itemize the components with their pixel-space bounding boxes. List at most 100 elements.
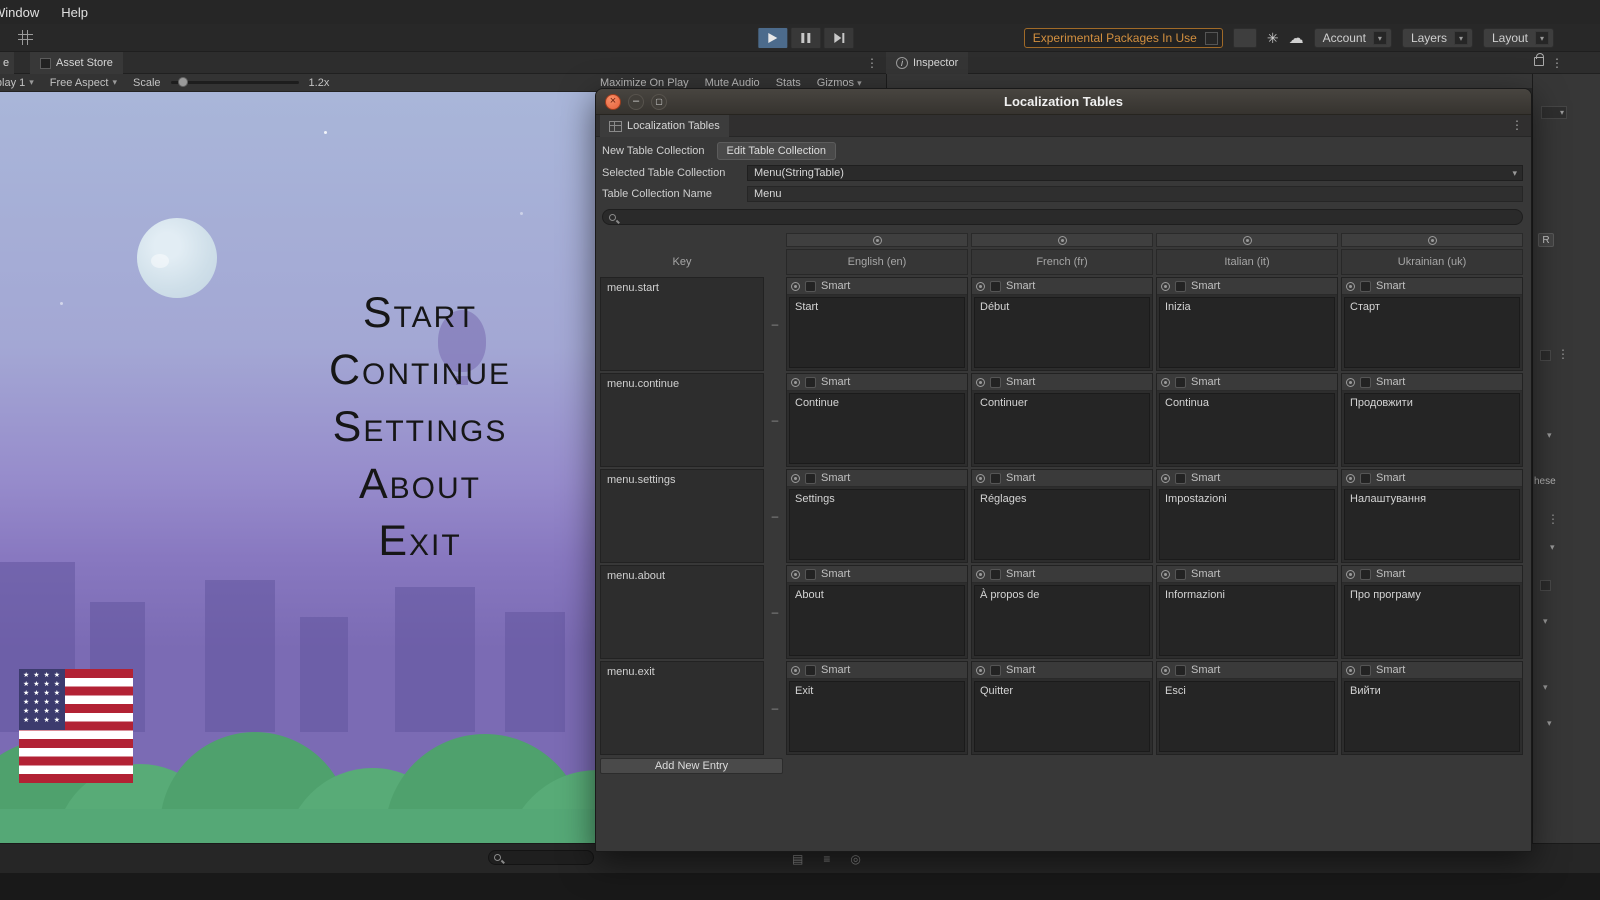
play-button[interactable] — [757, 27, 788, 49]
collab-icon[interactable]: ✳ — [1267, 30, 1279, 47]
mini-dropdown[interactable]: ▾ — [1541, 106, 1567, 119]
kebab-icon[interactable]: ⋮ — [1557, 347, 1569, 361]
window-menu-icon[interactable]: ⋮ — [1511, 118, 1523, 132]
smart-checkbox[interactable] — [805, 473, 816, 484]
smart-checkbox[interactable] — [1175, 377, 1186, 388]
translation-text[interactable]: Quitter — [974, 681, 1150, 752]
chevron-down-icon[interactable]: ▾ — [1547, 718, 1552, 729]
badge-toggle[interactable] — [1205, 32, 1218, 45]
translation-text[interactable]: Start — [789, 297, 965, 368]
smart-checkbox[interactable] — [805, 377, 816, 388]
smart-checkbox[interactable] — [990, 281, 1001, 292]
translation-text[interactable]: Continua — [1159, 393, 1335, 464]
panel-menu-icon[interactable]: ⋮ — [866, 56, 878, 70]
tab-inspector[interactable]: Inspector — [886, 52, 968, 74]
tab-fragment[interactable]: e — [0, 52, 14, 74]
scale-slider[interactable] — [171, 81, 299, 84]
smart-checkbox[interactable] — [1175, 473, 1186, 484]
chevron-down-icon[interactable]: ▾ — [1543, 682, 1548, 693]
experimental-packages-badge[interactable]: Experimental Packages In Use — [1024, 28, 1223, 48]
collection-name-field[interactable] — [747, 186, 1523, 202]
account-dropdown[interactable]: Account ▾ — [1314, 28, 1392, 48]
tab-asset-store[interactable]: Asset Store — [30, 52, 123, 74]
translation-text[interactable]: Continue — [789, 393, 965, 464]
translation-text[interactable]: Про програму — [1344, 585, 1520, 656]
cloud-icon[interactable]: ☁ — [1289, 29, 1304, 47]
translation-text[interactable]: Esci — [1159, 681, 1335, 752]
smart-checkbox[interactable] — [990, 473, 1001, 484]
translation-text[interactable]: Impostazioni — [1159, 489, 1335, 560]
translation-text[interactable]: Продовжити — [1344, 393, 1520, 464]
smart-label: Smart — [1376, 664, 1405, 676]
step-button[interactable] — [823, 27, 854, 49]
row-drag-handle[interactable]: – — [767, 373, 783, 467]
translation-text[interactable]: Informazioni — [1159, 585, 1335, 656]
r-chip-button[interactable]: R — [1538, 233, 1554, 247]
translation-text[interactable]: About — [789, 585, 965, 656]
mini-box[interactable] — [1540, 580, 1551, 591]
smart-checkbox[interactable] — [1175, 665, 1186, 676]
translation-text[interactable]: À propos de — [974, 585, 1150, 656]
smart-checkbox[interactable] — [1175, 569, 1186, 580]
smart-checkbox[interactable] — [805, 569, 816, 580]
window-titlebar[interactable]: Localization Tables — [596, 89, 1531, 115]
list-icon[interactable]: ≡ — [823, 852, 830, 866]
smart-checkbox[interactable] — [1360, 377, 1371, 388]
bottom-search-field[interactable] — [488, 850, 594, 865]
smart-checkbox[interactable] — [1360, 473, 1371, 484]
layers-dropdown[interactable]: Layers ▾ — [1402, 28, 1473, 48]
smart-checkbox[interactable] — [1360, 569, 1371, 580]
key-cell[interactable]: menu.start — [600, 277, 764, 371]
row-drag-handle[interactable]: – — [767, 469, 783, 563]
translation-text[interactable]: Continuer — [974, 393, 1150, 464]
pause-button[interactable] — [790, 27, 821, 49]
aspect-dropdown[interactable]: Free Aspect ▾ — [42, 74, 125, 91]
translation-text[interactable]: Inizia — [1159, 297, 1335, 368]
chevron-down-icon[interactable]: ▾ — [1550, 542, 1555, 553]
smart-checkbox[interactable] — [805, 281, 816, 292]
blank-button[interactable] — [1233, 28, 1257, 48]
add-new-entry-button[interactable]: Add New Entry — [600, 758, 783, 774]
translation-text[interactable]: Налаштування — [1344, 489, 1520, 560]
smart-checkbox[interactable] — [990, 665, 1001, 676]
slider-thumb[interactable] — [178, 77, 188, 87]
key-cell[interactable]: menu.about — [600, 565, 764, 659]
chevron-down-icon: ▾ — [112, 77, 117, 88]
lock-icon[interactable] — [1534, 57, 1544, 66]
translation-text[interactable]: Вийти — [1344, 681, 1520, 752]
translation-text[interactable]: Exit — [789, 681, 965, 752]
target-icon[interactable]: ◎ — [850, 852, 860, 866]
edit-table-collection-button[interactable]: Edit Table Collection — [717, 142, 836, 160]
new-table-collection-button[interactable]: New Table Collection — [602, 145, 705, 157]
row-drag-handle[interactable]: – — [767, 661, 783, 755]
key-cell[interactable]: menu.settings — [600, 469, 764, 563]
smart-checkbox[interactable] — [990, 377, 1001, 388]
grid-tool-icon[interactable] — [18, 30, 33, 45]
key-cell[interactable]: menu.continue — [600, 373, 764, 467]
key-cell[interactable]: menu.exit — [600, 661, 764, 755]
tab-localization-tables[interactable]: Localization Tables — [600, 115, 729, 137]
menu-help[interactable]: Help — [61, 5, 88, 20]
translation-text[interactable]: Réglages — [974, 489, 1150, 560]
selected-collection-dropdown[interactable]: Menu(StringTable) ▾ — [747, 165, 1523, 181]
smart-checkbox[interactable] — [805, 665, 816, 676]
grid-icon[interactable]: ▤ — [792, 852, 803, 866]
table-search-field[interactable] — [602, 209, 1523, 225]
mini-box[interactable] — [1540, 350, 1551, 361]
smart-checkbox[interactable] — [990, 569, 1001, 580]
translation-text[interactable]: Старт — [1344, 297, 1520, 368]
smart-checkbox[interactable] — [1360, 281, 1371, 292]
row-drag-handle[interactable]: – — [767, 565, 783, 659]
layout-dropdown[interactable]: Layout ▾ — [1483, 28, 1554, 48]
menu-window[interactable]: Window — [0, 5, 39, 20]
row-drag-handle[interactable]: – — [767, 277, 783, 371]
translation-text[interactable]: Début — [974, 297, 1150, 368]
smart-checkbox[interactable] — [1360, 665, 1371, 676]
display-dropdown[interactable]: Display 1 ▾ — [0, 74, 42, 91]
smart-checkbox[interactable] — [1175, 281, 1186, 292]
translation-text[interactable]: Settings — [789, 489, 965, 560]
chevron-down-icon[interactable]: ▾ — [1547, 430, 1552, 441]
chevron-down-icon[interactable]: ▾ — [1543, 616, 1548, 627]
kebab-icon[interactable]: ⋮ — [1547, 512, 1559, 526]
inspector-menu-icon[interactable]: ⋮ — [1551, 56, 1563, 70]
